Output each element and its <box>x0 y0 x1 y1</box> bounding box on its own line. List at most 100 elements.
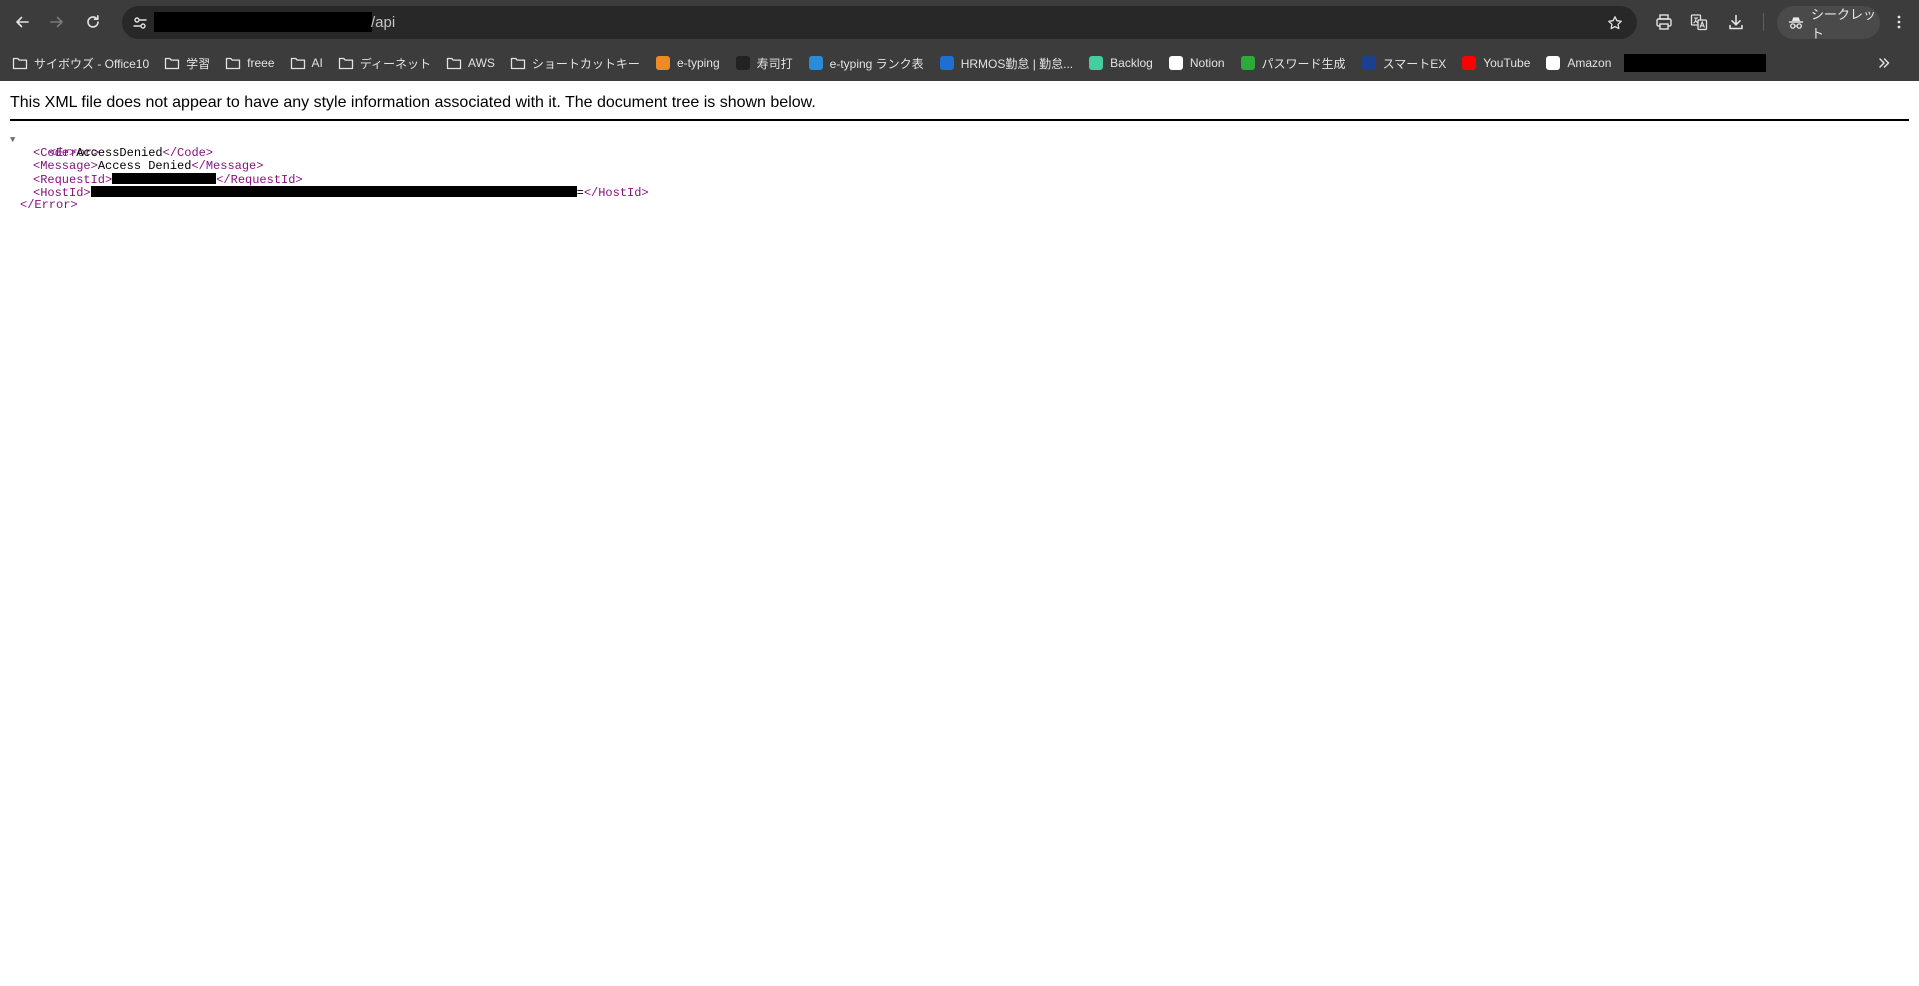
bookmark-redaction <box>1624 54 1767 72</box>
toolbar-separator <box>1763 13 1764 31</box>
kebab-menu-icon <box>1897 15 1901 29</box>
bookmark-item[interactable]: パスワード生成 <box>1240 49 1346 77</box>
bookmark-item[interactable]: Amazon <box>1545 49 1611 77</box>
incognito-label: シークレット <box>1811 6 1877 41</box>
favicon-icon <box>1240 55 1256 71</box>
favicon-glyph <box>1462 56 1477 70</box>
favicon-glyph <box>655 56 670 70</box>
xml-tag-requestid-open: <RequestId> <box>33 173 113 187</box>
folder-icon <box>12 55 28 71</box>
translate-button[interactable] <box>1687 10 1711 34</box>
url-redaction <box>154 12 372 32</box>
bookmark-item[interactable]: e-typing <box>655 49 720 77</box>
bookmark-label: Amazon <box>1567 56 1612 70</box>
bookmark-label: サイボウズ - Office10 <box>34 56 150 71</box>
reload-button[interactable] <box>80 9 106 35</box>
download-icon <box>1729 14 1743 30</box>
translate-icon <box>1690 14 1708 31</box>
incognito-icon <box>1788 15 1804 31</box>
bookmark-item[interactable]: e-typing ランク表 <box>808 49 924 77</box>
download-button[interactable] <box>1724 10 1748 34</box>
favicon-glyph <box>1546 56 1561 70</box>
xml-hostid-line: <HostId> =</HostId> <box>10 186 649 200</box>
favicon-icon <box>1168 55 1184 71</box>
favicon-icon <box>655 55 671 71</box>
xml-tag-message-open: <Message> <box>33 159 98 173</box>
favicon-glyph <box>1168 56 1183 70</box>
bookmark-label: 寿司打 <box>756 56 793 71</box>
bookmark-label: ショートカットキー <box>531 56 640 71</box>
xml-tag-code-close: </Code> <box>162 146 214 160</box>
bookmark-item[interactable]: ショートカットキー <box>510 49 640 77</box>
folder-icon <box>290 55 306 71</box>
xml-requestid-line: <RequestId> </RequestId> <box>10 173 649 187</box>
star-icon <box>1608 16 1622 30</box>
favicon-glyph <box>735 56 750 70</box>
bookmark-label: e-typing ランク表 <box>829 56 924 71</box>
xml-tag-requestid-close: </RequestId> <box>216 173 303 187</box>
site-info-button[interactable] <box>128 11 152 35</box>
back-button[interactable] <box>9 9 35 35</box>
folder-icon <box>225 55 241 71</box>
bookmark-item[interactable]: 寿司打 <box>735 49 793 77</box>
collapse-toggle-icon[interactable]: ▼ <box>10 134 15 147</box>
favicon-icon <box>1088 55 1104 71</box>
browser-menu-button[interactable] <box>1887 10 1911 34</box>
bookmark-label: Backlog <box>1110 56 1153 70</box>
bookmark-item[interactable]: HRMOS勤怠 | 勤怠... <box>939 49 1073 77</box>
bookmark-label: Notion <box>1189 56 1225 70</box>
address-bar[interactable]: /api <box>122 6 1637 39</box>
printer-icon <box>1656 14 1672 30</box>
bookmark-label: パスワード生成 <box>1261 56 1346 71</box>
hostid-redaction <box>90 186 577 197</box>
folder-icon <box>510 55 526 71</box>
xml-message-value: Access Denied <box>97 159 192 173</box>
xml-tag-code-open: <Code> <box>33 146 77 160</box>
bookmark-item[interactable]: AWS <box>446 49 495 77</box>
favicon-icon <box>735 55 751 71</box>
xml-root-close-line: </Error> <box>10 199 649 212</box>
double-chevron-right-icon <box>1879 58 1890 68</box>
bookmark-label: YouTube <box>1483 56 1531 70</box>
reload-icon <box>87 15 99 28</box>
folder-icon <box>446 55 462 71</box>
incognito-indicator[interactable]: シークレット <box>1777 6 1880 41</box>
favicon-glyph <box>1240 56 1255 70</box>
bookmark-item[interactable]: Notion <box>1168 49 1225 77</box>
bookmark-label: freee <box>247 56 275 70</box>
favicon-glyph <box>1089 56 1104 70</box>
notice-divider <box>10 119 1909 121</box>
bookmark-label: 学習 <box>186 56 211 71</box>
bookmark-label: スマートEX <box>1382 56 1447 71</box>
bookmark-item[interactable]: Backlog <box>1088 49 1153 77</box>
xml-hostid-tail: = <box>576 186 584 200</box>
xml-code-value: AccessDenied <box>76 146 163 160</box>
bookmark-item[interactable]: AI <box>290 49 323 77</box>
print-button[interactable] <box>1652 10 1676 34</box>
folder-icon <box>164 55 180 71</box>
xml-style-notice: This XML file does not appear to have an… <box>10 94 816 111</box>
bookmark-item[interactable]: サイボウズ - Office10 <box>12 49 149 77</box>
bookmark-label: AWS <box>468 56 495 70</box>
bookmark-item[interactable]: 学習 <box>164 49 210 77</box>
forward-button[interactable] <box>44 9 70 35</box>
bookmark-label: e-typing <box>676 56 720 70</box>
arrow-left-icon <box>16 16 29 28</box>
favicon-icon <box>1361 55 1377 71</box>
bookmarks-overflow-button[interactable] <box>1872 51 1896 75</box>
bookmark-label: ディーネット <box>359 56 432 71</box>
bookmark-label: AI <box>311 56 323 70</box>
xml-message-line: <Message>Access Denied</Message> <box>10 160 649 173</box>
folder-icon <box>338 55 354 71</box>
xml-tag-hostid-close: </HostId> <box>583 186 649 200</box>
favicon-icon <box>1461 55 1477 71</box>
xml-tag-message-close: </Message> <box>191 159 264 173</box>
bookmark-label: HRMOS勤怠 | 勤怠... <box>960 56 1074 71</box>
favicon-icon <box>939 55 955 71</box>
bookmark-item[interactable]: スマートEX <box>1361 49 1447 77</box>
bookmark-item[interactable]: YouTube <box>1461 49 1530 77</box>
bookmark-star-button[interactable] <box>1603 11 1627 35</box>
bookmark-item[interactable]: ディーネット <box>338 49 431 77</box>
bookmark-item[interactable]: freee <box>225 49 275 77</box>
favicon-glyph <box>808 56 823 70</box>
